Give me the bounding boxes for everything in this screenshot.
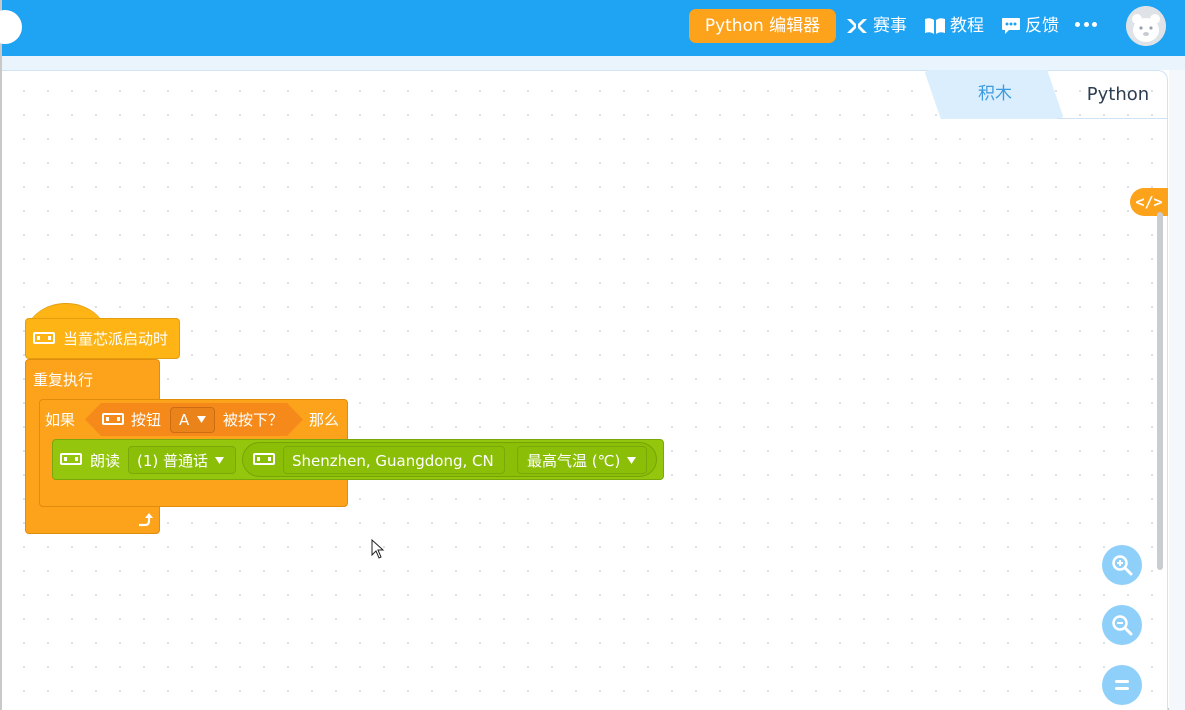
feedback-icon xyxy=(1002,18,1020,34)
board-chip-icon xyxy=(253,453,275,465)
forever-label: 重复执行 xyxy=(33,371,94,389)
voice-value: (1) 普通话 xyxy=(137,452,209,470)
zoom-out-button[interactable] xyxy=(1102,605,1142,645)
loop-arrow-icon xyxy=(139,513,153,527)
python-editor-button[interactable]: Python 编辑器 xyxy=(689,9,836,43)
avatar[interactable] xyxy=(1126,6,1166,46)
nav-item-contest[interactable]: 赛事 xyxy=(845,13,907,39)
tab-blocks-label[interactable]: 积木 xyxy=(960,70,1030,119)
book-icon xyxy=(925,18,945,34)
code-toggle-button[interactable]: </> xyxy=(1130,188,1168,216)
board-chip-icon xyxy=(33,332,55,344)
right-gutter xyxy=(1169,70,1185,710)
tab-python[interactable]: Python xyxy=(1072,70,1164,119)
location-value: Shenzhen, Guangdong, CN xyxy=(292,452,494,470)
board-chip-icon xyxy=(60,453,82,465)
nav-label: 反馈 xyxy=(1025,16,1059,36)
zoom-out-icon xyxy=(1112,615,1133,636)
nav-label: 教程 xyxy=(950,16,984,36)
if-label: 如果 xyxy=(45,411,76,429)
dropdown-caret-icon xyxy=(627,457,636,464)
logo-icon[interactable] xyxy=(0,10,22,44)
avatar-icon xyxy=(1126,6,1166,46)
button-value: A xyxy=(179,411,190,429)
vertical-scrollbar[interactable] xyxy=(1157,212,1163,570)
tab-divider xyxy=(1057,118,1168,119)
more-icon[interactable] xyxy=(1075,22,1097,28)
block-workspace[interactable] xyxy=(2,70,1168,710)
nav-item-tutorial[interactable]: 教程 xyxy=(924,13,984,39)
zoom-reset-icon xyxy=(1115,680,1129,690)
mouse-cursor-icon xyxy=(371,539,385,559)
dropdown-caret-icon xyxy=(197,416,206,423)
workspace-header-strip xyxy=(2,56,1185,70)
speak-label: 朗读 xyxy=(90,452,121,470)
dropdown-caret-icon xyxy=(215,457,224,464)
board-chip-icon xyxy=(102,413,124,425)
nav-label: 赛事 xyxy=(873,16,907,36)
contest-icon xyxy=(847,19,867,33)
pressed-label: 被按下？ xyxy=(223,411,284,429)
zoom-reset-button[interactable] xyxy=(1102,665,1142,705)
nav-item-feedback[interactable]: 反馈 xyxy=(1001,13,1059,39)
button-label: 按钮 xyxy=(131,411,162,429)
top-bar: Python 编辑器 赛事 教程 反馈 xyxy=(0,0,1185,56)
zoom-in-button[interactable] xyxy=(1102,545,1142,585)
weather-type-value: 最高气温 (℃) xyxy=(527,452,621,470)
hat-label: 当童芯派启动时 xyxy=(63,330,169,348)
zoom-in-icon xyxy=(1112,555,1133,576)
button-dropdown[interactable] xyxy=(170,407,215,433)
then-label: 那么 xyxy=(309,411,340,429)
